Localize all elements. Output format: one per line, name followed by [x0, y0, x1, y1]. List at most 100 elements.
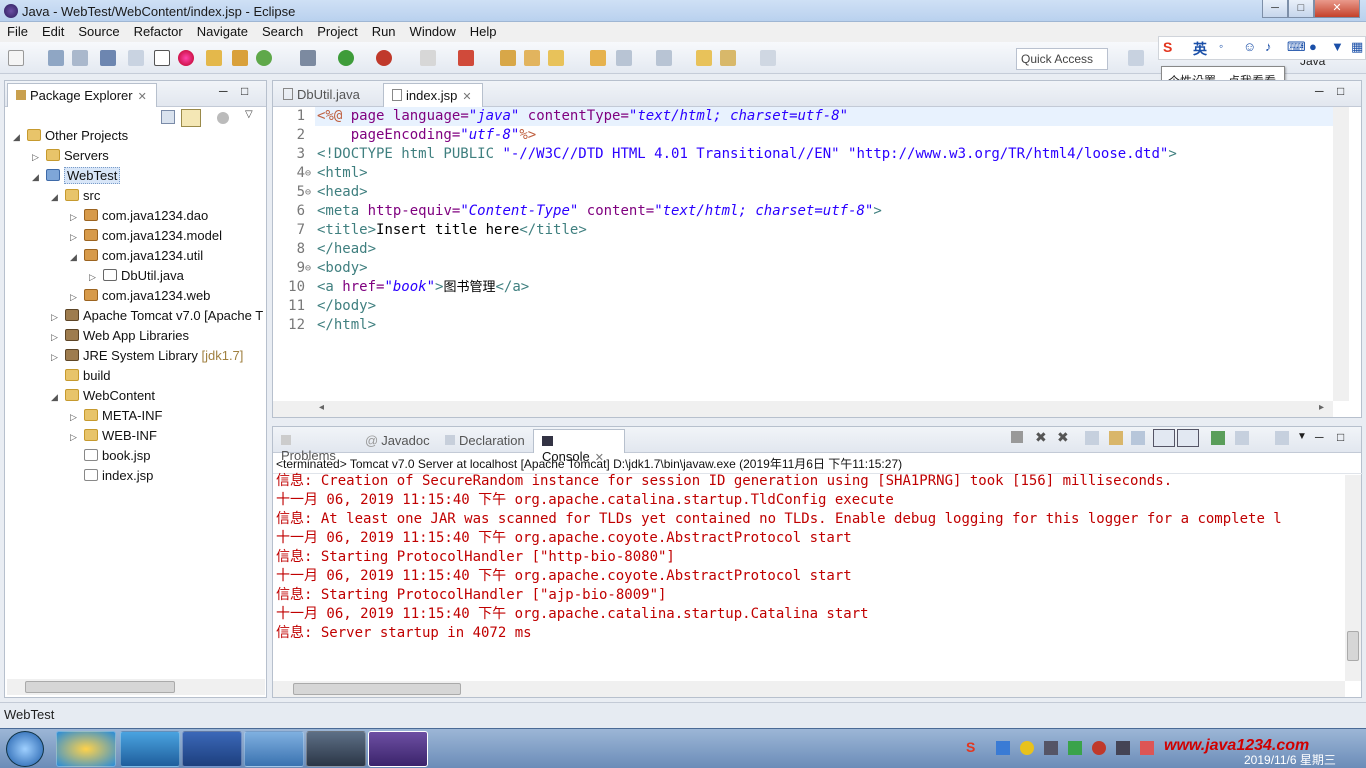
- clear-console-icon[interactable]: [1085, 431, 1099, 445]
- tree-item[interactable]: ▷ WEB-INF: [70, 428, 157, 448]
- expanded-twisty-icon[interactable]: ◢: [51, 192, 63, 203]
- external-tools-icon[interactable]: [376, 50, 392, 66]
- scrollbar-thumb[interactable]: [25, 681, 175, 693]
- new-server-icon[interactable]: [206, 50, 222, 66]
- remove-launch-icon[interactable]: ✖: [1035, 429, 1047, 446]
- tab-index-jsp[interactable]: index.jsp ✕: [383, 83, 483, 107]
- scroll-lock-icon[interactable]: [1109, 431, 1123, 445]
- vertical-scrollbar[interactable]: [1333, 107, 1349, 401]
- menu-run[interactable]: Run: [365, 22, 403, 39]
- collapsed-twisty-icon[interactable]: ▷: [70, 292, 82, 303]
- collapsed-twisty-icon[interactable]: ▷: [51, 352, 63, 363]
- prev-annotation-icon[interactable]: [656, 50, 672, 66]
- next-annotation-icon[interactable]: [616, 50, 632, 66]
- pin-console-icon[interactable]: [1211, 431, 1225, 445]
- expanded-twisty-icon[interactable]: ◢: [70, 252, 82, 263]
- menu-navigate[interactable]: Navigate: [190, 22, 255, 39]
- show-on-output-icon[interactable]: [1153, 429, 1175, 447]
- open-type-icon[interactable]: [500, 50, 516, 66]
- debug-icon[interactable]: [300, 50, 316, 66]
- collapsed-twisty-icon[interactable]: ▷: [70, 212, 82, 223]
- open-task-icon[interactable]: [524, 50, 540, 66]
- show-on-error-icon[interactable]: [1177, 429, 1199, 447]
- network-tray-icon[interactable]: [996, 741, 1010, 755]
- toggle-mark-icon[interactable]: [128, 50, 144, 66]
- new-icon[interactable]: [8, 50, 24, 66]
- scrollbar-thumb[interactable]: [1347, 631, 1359, 661]
- menu-file[interactable]: File: [0, 22, 35, 39]
- fold-toggle-icon[interactable]: ⊖: [305, 259, 311, 278]
- expanded-twisty-icon[interactable]: ◢: [51, 392, 63, 403]
- tree-item[interactable]: ◢ WebTest: [32, 167, 121, 188]
- tree-item[interactable]: ◢ com.java1234.util: [70, 248, 203, 268]
- minimize-button[interactable]: ─: [1262, 0, 1288, 18]
- collapsed-twisty-icon[interactable]: ▷: [70, 412, 82, 423]
- view-menu-icon[interactable]: ▼: [1297, 431, 1307, 442]
- tab-problems[interactable]: Problems: [273, 429, 357, 463]
- scroll-right-icon[interactable]: ▸: [1319, 402, 1324, 413]
- maximize-button[interactable]: □: [1288, 0, 1314, 18]
- shield-tray-icon[interactable]: [1068, 741, 1082, 755]
- eclipse-taskbar-icon[interactable]: [368, 731, 428, 767]
- menu-help[interactable]: Help: [463, 22, 504, 39]
- collapsed-twisty-icon[interactable]: ▷: [32, 152, 44, 163]
- user-icon[interactable]: ●: [1309, 39, 1317, 54]
- display-tray-icon[interactable]: [1044, 741, 1058, 755]
- web-browser-icon[interactable]: [178, 50, 194, 66]
- tab-package-explorer[interactable]: Package Explorer ✕: [7, 83, 157, 107]
- coverage-icon[interactable]: [458, 50, 474, 66]
- open-perspective-icon[interactable]: [1128, 50, 1144, 66]
- sogou-tray-icon[interactable]: S: [966, 739, 975, 755]
- tree-item[interactable]: build: [51, 368, 110, 388]
- menu-edit[interactable]: Edit: [35, 22, 71, 39]
- scrollbar-thumb[interactable]: [293, 683, 461, 695]
- keyboard-icon[interactable]: ⌨: [1287, 39, 1306, 55]
- tree-item[interactable]: ▷ JRE System Library [jdk1.7]: [51, 348, 243, 368]
- sogou-logo-icon[interactable]: S: [1163, 39, 1172, 55]
- voice-icon[interactable]: ♪: [1265, 39, 1272, 54]
- tab-console[interactable]: Console ✕: [533, 429, 625, 464]
- explorer-taskbar-icon[interactable]: [120, 731, 180, 767]
- expanded-twisty-icon[interactable]: ◢: [13, 132, 25, 143]
- maximize-view-icon[interactable]: □: [1337, 430, 1344, 444]
- skin-icon[interactable]: ▼: [1331, 39, 1344, 54]
- publish-icon[interactable]: [232, 50, 248, 66]
- print-icon[interactable]: [100, 50, 116, 66]
- back-icon[interactable]: [720, 50, 736, 66]
- start-button[interactable]: [6, 731, 44, 767]
- minimize-view-icon[interactable]: ─: [219, 84, 228, 98]
- tab-javadoc[interactable]: @ Javadoc: [357, 429, 437, 453]
- tree-item[interactable]: ▷ com.java1234.model: [70, 228, 222, 248]
- emoji-icon[interactable]: ☺: [1243, 39, 1256, 54]
- run-icon[interactable]: [338, 50, 354, 66]
- last-edit-location-icon[interactable]: [696, 50, 712, 66]
- tree-item[interactable]: index.jsp: [70, 468, 153, 488]
- scroll-left-icon[interactable]: ◂: [319, 402, 324, 413]
- tree-item[interactable]: ▷ Web App Libraries: [51, 328, 189, 348]
- collapsed-twisty-icon[interactable]: ▷: [51, 312, 63, 323]
- tab-dbutil-java[interactable]: DbUtil.java: [275, 83, 383, 107]
- horizontal-scrollbar[interactable]: ◂ ▸: [273, 401, 1333, 417]
- fold-toggle-icon[interactable]: ⊖: [305, 183, 311, 202]
- app-tray-icon[interactable]: [1092, 741, 1106, 755]
- forward-icon[interactable]: [760, 50, 776, 66]
- collapsed-twisty-icon[interactable]: ▷: [70, 232, 82, 243]
- save-icon[interactable]: [48, 50, 64, 66]
- tree-item[interactable]: ◢ WebContent: [51, 388, 155, 408]
- block-selection-icon[interactable]: [154, 50, 170, 66]
- search-icon[interactable]: [548, 50, 564, 66]
- tree-item[interactable]: ▷ Servers: [32, 148, 109, 168]
- remove-all-icon[interactable]: ✖: [1057, 429, 1069, 446]
- minimize-view-icon[interactable]: ─: [1315, 430, 1324, 444]
- tree-item[interactable]: book.jsp: [70, 448, 150, 468]
- fold-toggle-icon[interactable]: ⊖: [305, 164, 311, 183]
- ime-language-toggle[interactable]: 英: [1193, 39, 1207, 59]
- tree-item[interactable]: ▷ META-INF: [70, 408, 162, 428]
- close-icon[interactable]: ✕: [138, 91, 147, 103]
- code-editor[interactable]: 1 2 3 4 ⊖ 5 ⊖ 6 7 8 9 ⊖ 10 11 12 <%@ page language="ja…: [273, 107, 1343, 401]
- menu-source[interactable]: Source: [71, 22, 126, 39]
- vertical-scrollbar[interactable]: [1345, 475, 1361, 681]
- maximize-view-icon[interactable]: □: [241, 84, 248, 98]
- close-icon[interactable]: ✕: [462, 91, 471, 103]
- maximize-view-icon[interactable]: □: [1337, 84, 1344, 98]
